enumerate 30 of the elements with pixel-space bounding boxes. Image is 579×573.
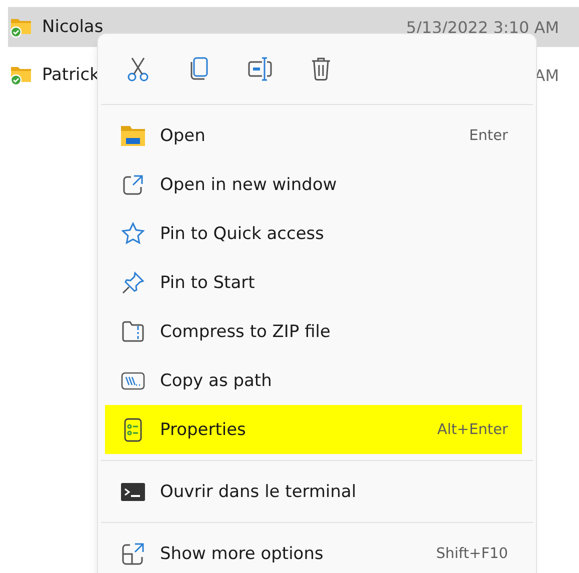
synced-folder-icon <box>10 64 32 86</box>
rename-icon <box>247 56 273 82</box>
menu-item[interactable]: Pin to Start <box>105 258 522 307</box>
synced-folder-icon <box>10 16 32 38</box>
shortcut-text: Alt+Enter <box>437 422 508 438</box>
properties-icon <box>124 418 142 442</box>
file-name: Nicolas <box>42 17 104 37</box>
menu-item[interactable]: Open Enter <box>105 111 522 160</box>
menu-item[interactable]: Properties Alt+Enter <box>105 405 522 454</box>
scissors-icon <box>126 56 150 82</box>
menu-item[interactable]: Ouvrir dans le terminal <box>105 467 522 516</box>
copy-icon <box>188 56 210 82</box>
file-name: Patrick <box>42 65 100 85</box>
menu-item[interactable]: Copy as path <box>105 356 522 405</box>
menu-item[interactable]: Compress to ZIP file <box>105 307 522 356</box>
terminal-icon <box>121 482 145 502</box>
pin-icon <box>121 270 145 294</box>
shortcut-text: Enter <box>469 128 508 144</box>
trash-icon <box>310 56 332 82</box>
menu-item[interactable]: Show more options Shift+F10 <box>105 529 522 573</box>
star-icon <box>121 222 145 245</box>
zip-folder-icon <box>121 320 145 342</box>
copy-path-icon <box>121 370 145 390</box>
open-new-window-icon <box>122 174 144 196</box>
menu-item[interactable]: Pin to Quick access <box>105 209 522 258</box>
folder-icon <box>121 124 145 146</box>
shortcut-text: Shift+F10 <box>436 546 508 562</box>
file-date: 5/13/2022 3:10 AM <box>406 18 559 36</box>
show-more-icon <box>121 542 145 566</box>
menu-item[interactable]: Open in new window <box>105 160 522 209</box>
